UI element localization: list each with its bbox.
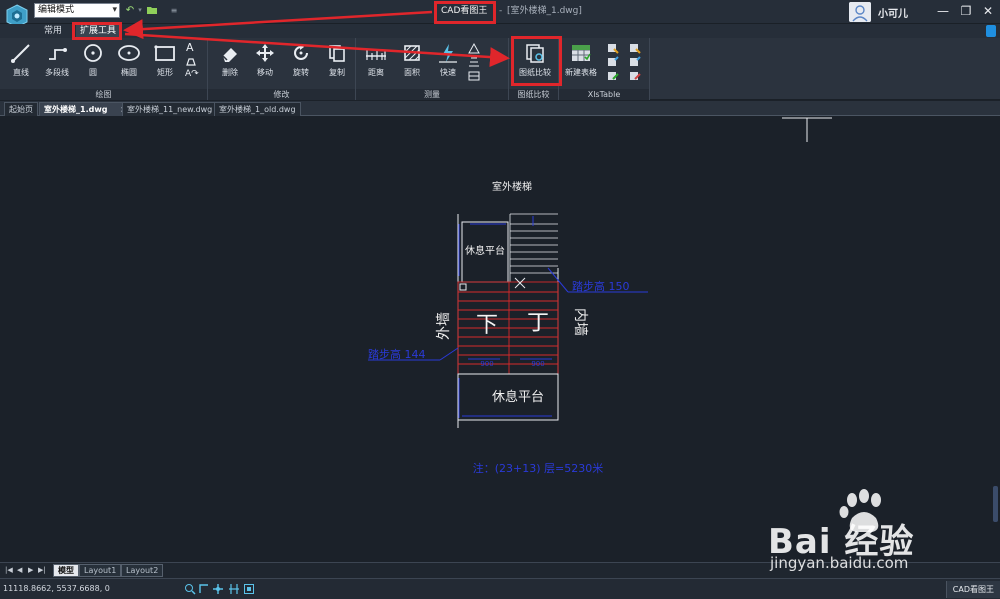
layout-tab-layout1[interactable]: Layout1 (79, 564, 122, 577)
snap-icon[interactable] (212, 583, 224, 595)
doc-tab-old[interactable]: 室外楼梯_1_old.dwg (214, 102, 301, 116)
outer-wall-label: 外墙 (436, 312, 452, 340)
watermark-url: jingyan.baidu.com (770, 554, 909, 572)
crosshair-cursor (782, 117, 832, 142)
layout-tab-layout2[interactable]: Layout2 (121, 564, 164, 577)
zoom-icon[interactable] (184, 583, 196, 595)
upper-landing-label: 休息平台 (465, 244, 505, 257)
dim-left: 900 (480, 360, 493, 368)
status-bar: 11118.8662, 5537.6688, 0 CAD看图王 (0, 578, 1000, 599)
annotation-arrows (123, 10, 510, 68)
layout-tab-model[interactable]: 模型 (53, 564, 79, 577)
doc-tab-start[interactable]: 起始页 (4, 102, 38, 116)
document-tabs: 起始页 室外楼梯_1.dwg × 室外楼梯_11_new.dwg 室外楼梯_1_… (0, 101, 1000, 116)
doc-tab-current[interactable]: 室外楼梯_1.dwg × (39, 102, 132, 116)
doc-tab-current-label: 室外楼梯_1.dwg (44, 105, 108, 114)
grid-icon[interactable] (228, 583, 240, 595)
step-note-right: 踏步高 150 (572, 279, 630, 293)
up-label: 丁 (527, 311, 549, 336)
formula-note: 注：(23+13) 层=5230米 (473, 461, 604, 475)
ortho-icon[interactable] (198, 583, 210, 595)
lower-landing-label: 休息平台 (492, 389, 544, 405)
dim-right: 900 (531, 360, 544, 368)
drawing-title: 室外楼梯 (492, 180, 532, 193)
last-layout-icon[interactable]: ▶| (38, 566, 46, 574)
doc-tab-new[interactable]: 室外楼梯_11_new.dwg (122, 102, 218, 116)
step-note-left: 踏步高 144 (368, 347, 426, 361)
next-layout-icon[interactable]: ▶ (28, 566, 33, 574)
down-label: 下 (476, 313, 498, 338)
cursor-coordinates: 11118.8662, 5537.6688, 0 (3, 584, 110, 593)
first-layout-icon[interactable]: |◀ (5, 566, 13, 574)
fullscreen-icon[interactable] (243, 583, 255, 595)
vertical-scrollbar-thumb[interactable] (993, 486, 998, 522)
stair-corner-mark (459, 283, 467, 291)
stair-cross-mark (514, 277, 526, 289)
inner-wall-label: 内墙 (572, 308, 588, 336)
prev-layout-icon[interactable]: ◀ (17, 566, 22, 574)
status-app-name: CAD看图王 (945, 581, 1000, 598)
